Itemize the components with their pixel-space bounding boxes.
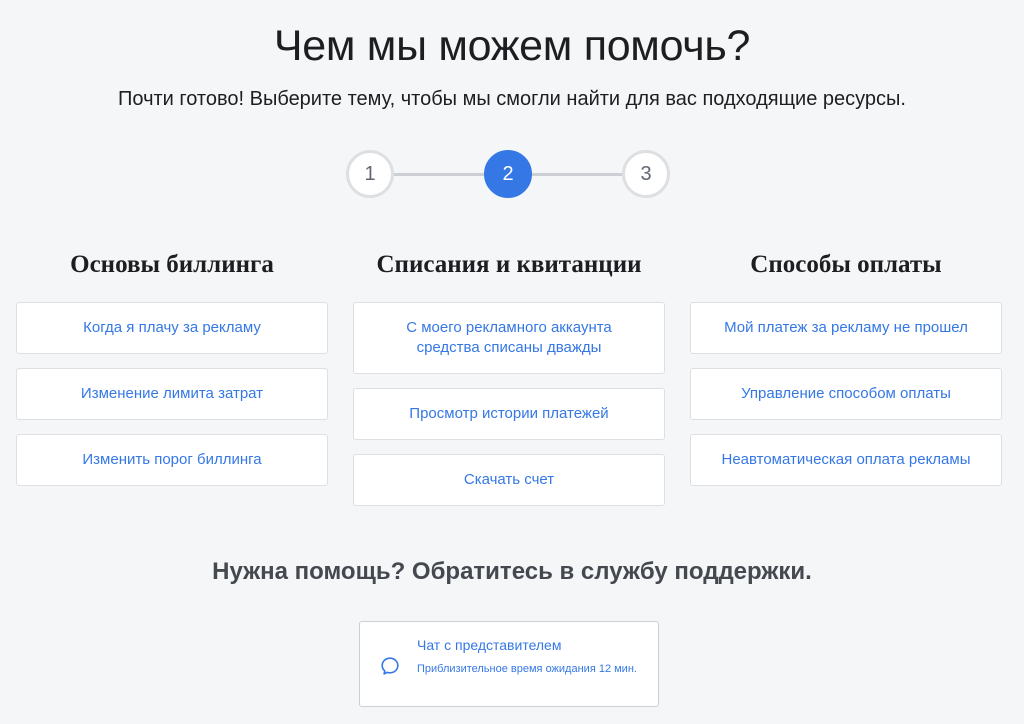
- column-title: Основы биллинга: [70, 251, 274, 278]
- page-title: Чем мы можем помочь?: [273, 22, 751, 70]
- topic-manage-payment-method[interactable]: Управление способом оплаты: [690, 368, 1002, 420]
- topic-payment-failed[interactable]: Мой платеж за рекламу не прошел: [690, 302, 1002, 354]
- step-3[interactable]: 3: [622, 150, 670, 198]
- support-heading: Нужна помощь? Обратитесь в службу поддер…: [212, 558, 812, 585]
- stepper-connector: [392, 173, 484, 176]
- topic-download-invoice[interactable]: Скачать счет: [353, 454, 665, 506]
- chat-wait-time: Приблизительное время ожидания 12 мин.: [417, 663, 637, 675]
- step-1[interactable]: 1: [346, 150, 394, 198]
- column-billing-basics: Основы биллинга Когда я плачу за рекламу…: [16, 250, 328, 500]
- progress-stepper: 1 2 3: [346, 150, 672, 198]
- column-title: Списания и квитанции: [376, 251, 642, 278]
- topic-spending-limit[interactable]: Изменение лимита затрат: [16, 368, 328, 420]
- stepper-connector: [530, 173, 624, 176]
- chat-bubble-icon: [381, 657, 399, 675]
- column-charges-receipts: Списания и квитанции С моего рекламного …: [353, 250, 665, 520]
- chat-with-representative-button[interactable]: Чат с представителем Приблизительное вре…: [359, 621, 659, 707]
- page-subtitle: Почти готово! Выберите тему, чтобы мы см…: [118, 88, 906, 110]
- topic-charged-twice[interactable]: С моего рекламного аккаунта средства спи…: [353, 302, 665, 374]
- topic-billing-threshold[interactable]: Изменить порог биллинга: [16, 434, 328, 486]
- column-payment-methods: Способы оплаты Мой платеж за рекламу не …: [690, 250, 1002, 500]
- chat-title: Чат с представителем: [417, 637, 562, 653]
- topic-when-i-pay[interactable]: Когда я плачу за рекламу: [16, 302, 328, 354]
- step-2-active[interactable]: 2: [484, 150, 532, 198]
- topic-manual-payment[interactable]: Неавтоматическая оплата рекламы: [690, 434, 1002, 486]
- topic-payment-history[interactable]: Просмотр истории платежей: [353, 388, 665, 440]
- column-title: Способы оплаты: [750, 251, 942, 278]
